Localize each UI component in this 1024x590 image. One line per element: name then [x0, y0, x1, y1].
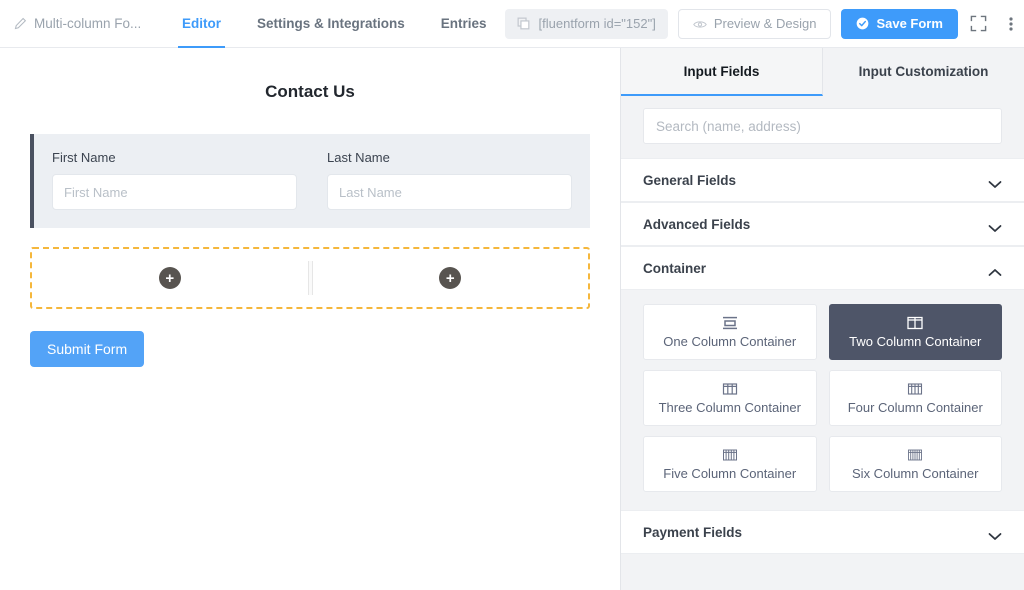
- two-column-drop-zone[interactable]: + +: [30, 247, 590, 309]
- accordion-general-fields[interactable]: General Fields: [621, 158, 1024, 202]
- container-label-four-column: Four Column Container: [847, 400, 983, 415]
- preview-design-label: Preview & Design: [713, 16, 817, 31]
- form-name-editor[interactable]: Multi-column Fo...: [14, 16, 164, 31]
- container-section-body: One Column Container Two Column Containe…: [621, 290, 1024, 510]
- copy-icon: [517, 17, 531, 31]
- form-row-names[interactable]: First Name Last Name: [30, 134, 590, 228]
- accordion-title-advanced-fields: Advanced Fields: [643, 216, 751, 232]
- container-card-five-column[interactable]: Five Column Container: [643, 436, 817, 492]
- field-label-last-name: Last Name: [327, 150, 390, 165]
- accordion-payment-fields[interactable]: Payment Fields: [621, 510, 1024, 554]
- form-builder-app: Multi-column Fo... Editor Settings & Int…: [0, 0, 1024, 590]
- add-field-button-left[interactable]: +: [158, 267, 181, 289]
- page-title: Contact Us: [265, 82, 355, 101]
- field-last-name[interactable]: Last Name: [327, 150, 572, 210]
- first-name-input[interactable]: [52, 174, 297, 210]
- preview-design-button[interactable]: Preview & Design: [677, 8, 832, 39]
- accordion-title-general-fields: General Fields: [643, 172, 737, 188]
- tab-input-fields[interactable]: Input Fields: [621, 48, 823, 96]
- drop-column-left[interactable]: +: [32, 249, 308, 307]
- container-card-grid: One Column Container Two Column Containe…: [643, 304, 1002, 492]
- field-accordion: General Fields Advanced Fields Container: [621, 158, 1024, 590]
- kebab-menu-icon[interactable]: [1000, 13, 1022, 35]
- three-column-icon: [722, 382, 738, 396]
- accordion-container[interactable]: Container: [621, 246, 1024, 290]
- top-bar: Multi-column Fo... Editor Settings & Int…: [0, 0, 1024, 48]
- top-bar-actions: [fluentform id="152"] Preview & Design S…: [504, 8, 1022, 39]
- search-input[interactable]: [643, 108, 1002, 144]
- tab-input-customization[interactable]: Input Customization: [823, 48, 1024, 96]
- chevron-down-icon: [988, 176, 1002, 188]
- one-column-icon: [722, 316, 738, 330]
- accordion-advanced-fields[interactable]: Advanced Fields: [621, 202, 1024, 246]
- add-field-button-right[interactable]: +: [439, 267, 462, 289]
- six-column-icon: [907, 448, 923, 462]
- check-circle-icon: [856, 17, 869, 30]
- tab-settings-integrations[interactable]: Settings & Integrations: [239, 0, 423, 48]
- panel-tabs: Input Fields Input Customization: [621, 48, 1024, 96]
- accordion-title-payment-fields: Payment Fields: [643, 524, 743, 540]
- accordion-title-container: Container: [643, 260, 707, 276]
- main-nav-tabs: Editor Settings & Integrations Entries: [164, 0, 505, 48]
- five-column-icon: [722, 448, 738, 462]
- fullscreen-icon[interactable]: [968, 13, 990, 35]
- container-card-four-column[interactable]: Four Column Container: [828, 370, 1002, 426]
- pencil-icon: [14, 17, 27, 30]
- right-panel: Input Fields Input Customization General…: [620, 48, 1024, 590]
- drop-column-right[interactable]: +: [313, 249, 589, 307]
- container-card-three-column[interactable]: Three Column Container: [643, 370, 817, 426]
- shortcode-copy-field[interactable]: [fluentform id="152"]: [504, 8, 668, 39]
- container-card-one-column[interactable]: One Column Container: [643, 304, 817, 360]
- eye-icon: [692, 18, 707, 29]
- four-column-icon: [907, 382, 923, 396]
- field-first-name[interactable]: First Name: [52, 150, 297, 210]
- tab-entries[interactable]: Entries: [423, 0, 505, 48]
- save-form-label: Save Form: [876, 16, 943, 31]
- last-name-input[interactable]: [327, 174, 572, 210]
- save-form-button[interactable]: Save Form: [841, 8, 958, 39]
- container-label-three-column: Three Column Container: [658, 400, 801, 415]
- container-card-six-column[interactable]: Six Column Container: [828, 436, 1002, 492]
- tab-editor[interactable]: Editor: [164, 0, 239, 48]
- container-label-two-column: Two Column Container: [849, 334, 982, 349]
- chevron-up-icon: [988, 264, 1002, 276]
- shortcode-text: [fluentform id="152"]: [538, 16, 656, 31]
- field-label-first-name: First Name: [52, 150, 116, 165]
- container-label-six-column: Six Column Container: [852, 466, 979, 481]
- form-canvas[interactable]: Contact Us First Name Last Name + +: [0, 48, 620, 590]
- form-name-label: Multi-column Fo...: [34, 16, 142, 31]
- chevron-down-icon: [988, 220, 1002, 232]
- panel-search-wrapper: [621, 96, 1024, 158]
- two-column-icon: [907, 316, 923, 330]
- submit-form-button[interactable]: Submit Form: [30, 331, 145, 367]
- builder-body: Contact Us First Name Last Name + +: [0, 48, 1024, 590]
- chevron-down-icon: [988, 528, 1002, 540]
- container-card-two-column[interactable]: Two Column Container: [828, 304, 1002, 360]
- container-label-one-column: One Column Container: [663, 334, 797, 349]
- container-label-five-column: Five Column Container: [663, 466, 797, 481]
